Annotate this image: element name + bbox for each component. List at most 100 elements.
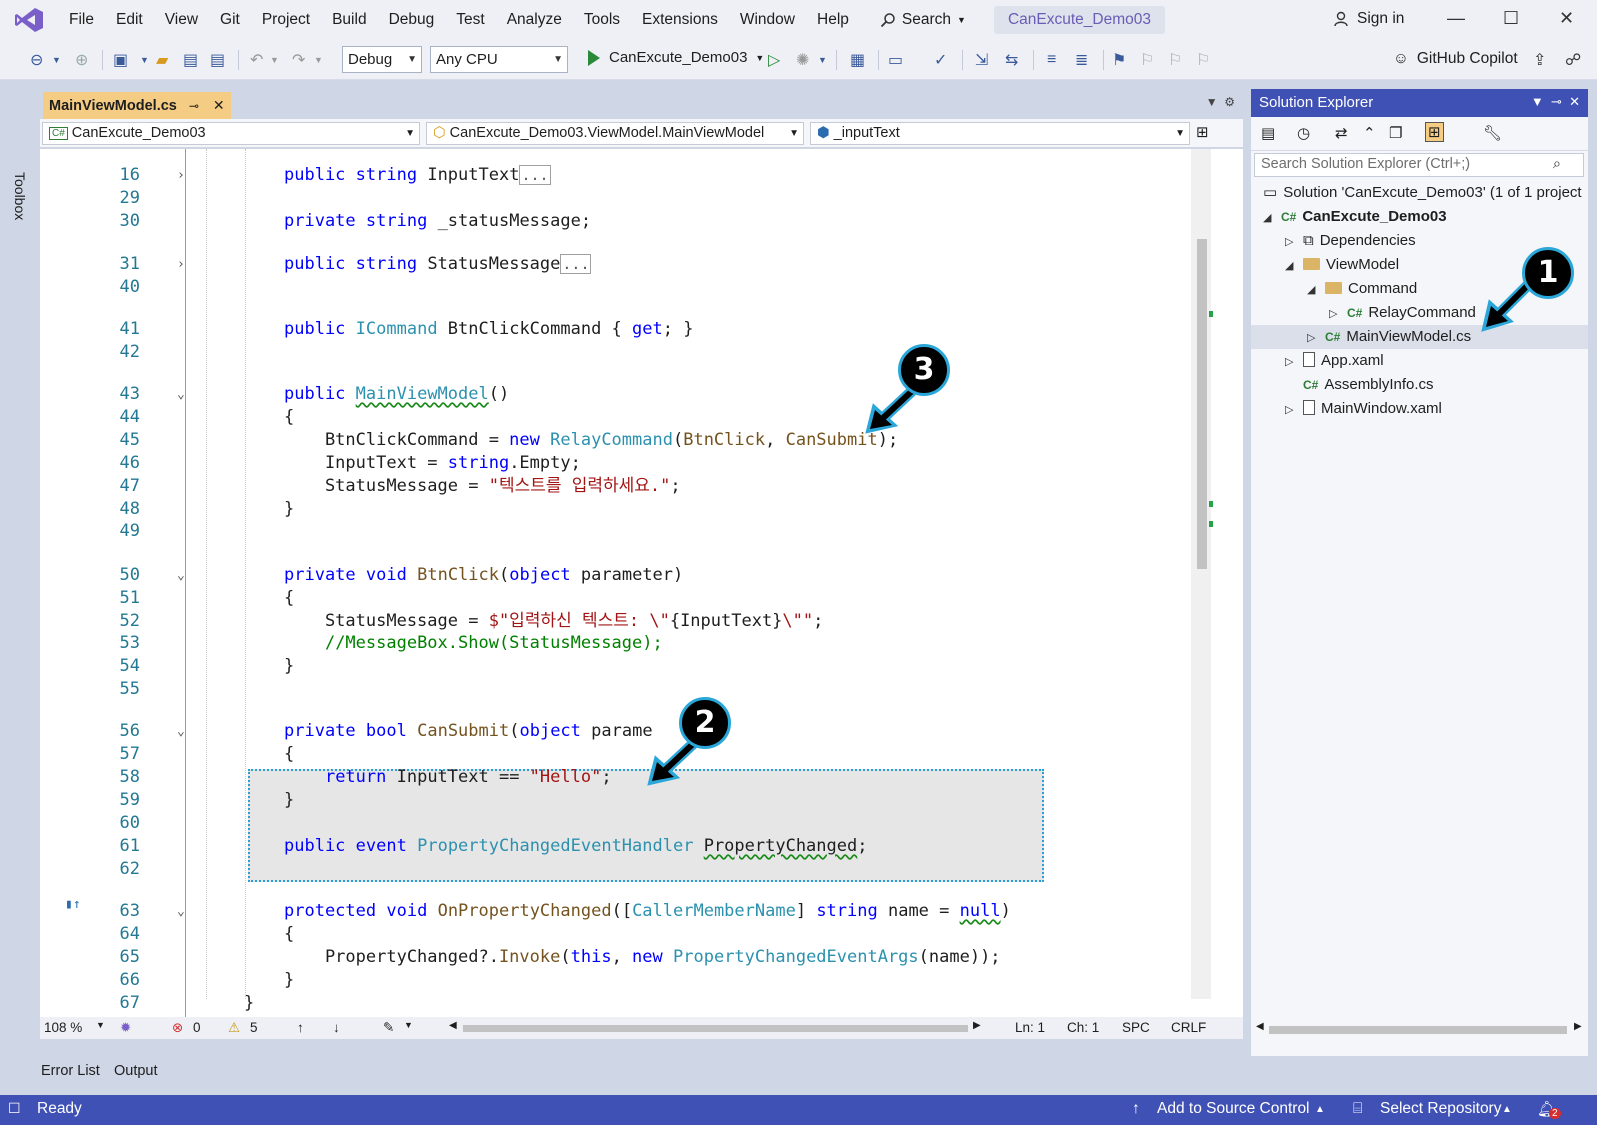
chevron-up-icon[interactable]: ▲ — [1502, 1104, 1512, 1115]
tree-node-assemblyinfo[interactable]: C# AssemblyInfo.cs — [1303, 373, 1434, 397]
code-line[interactable]: 53 //MessageBox.Show(StatusMessage); — [40, 632, 1200, 655]
code-line[interactable]: 65 PropertyChanged?.Invoke(this, new Pro… — [40, 946, 1200, 969]
collapsed-arrow-icon[interactable]: ▷ — [1307, 326, 1325, 350]
code-line[interactable]: 46 InputText = string.Empty; — [40, 452, 1200, 475]
forward-icon[interactable]: ⊕ — [75, 48, 88, 72]
horizontal-scrollbar[interactable] — [463, 1025, 968, 1032]
code-line[interactable]: 59} — [40, 789, 1200, 812]
code-line[interactable]: 44 { — [40, 406, 1200, 429]
collapse-region-icon[interactable]: ⌄ — [177, 564, 185, 587]
tab-output[interactable]: Output — [114, 1063, 158, 1079]
bookmark-icon[interactable]: ⚑ — [1112, 48, 1126, 72]
code-line[interactable]: 63 ⌄ protected void OnPropertyChanged([Cal… — [40, 900, 1200, 923]
code-line[interactable]: 56 ⌄ private bool CanSubmit(object parame — [40, 720, 1200, 743]
chevron-down-icon[interactable]: ▼ — [140, 48, 149, 72]
maximize-button[interactable]: ☐ — [1503, 8, 1519, 29]
add-to-source-control-button[interactable]: Add to Source Control — [1157, 1100, 1310, 1118]
chevron-down-icon[interactable]: ▼ — [314, 48, 323, 72]
code-line[interactable]: 51 { — [40, 587, 1200, 610]
collapsed-arrow-icon[interactable]: ▷ — [1285, 230, 1303, 254]
collapse-region-icon[interactable]: ⌄ — [177, 720, 185, 743]
chevron-down-icon[interactable]: ▼ — [818, 48, 827, 72]
menu-tools[interactable]: Tools — [573, 0, 631, 40]
code-line[interactable]: 67} — [40, 992, 1200, 1015]
back-icon[interactable]: ⊖ — [30, 48, 43, 72]
code-line[interactable]: 64 { — [40, 923, 1200, 946]
toolbox-tab[interactable]: Toolbox — [12, 172, 28, 220]
step-icon[interactable]: ⇲ — [975, 48, 988, 72]
next-bookmark-icon[interactable]: ⚐ — [1168, 48, 1182, 72]
menu-file[interactable]: File — [58, 0, 105, 40]
tree-node-project[interactable]: ◢ C# CanExcute_Demo03 — [1263, 205, 1447, 229]
menu-git[interactable]: Git — [209, 0, 251, 40]
menu-debug[interactable]: Debug — [378, 0, 446, 40]
code-line[interactable]: 61 public event PropertyChangedEventHandl… — [40, 835, 1200, 858]
close-window-button[interactable]: ✕ — [1559, 8, 1574, 29]
code-line[interactable]: 52 StatusMessage = $"입력하신 텍스트: \"{InputT… — [40, 610, 1200, 633]
member-select[interactable]: ⬢ _inputText ▼ — [810, 122, 1190, 145]
menu-build[interactable]: Build — [321, 0, 377, 40]
share-icon[interactable]: ⇪ — [1533, 48, 1546, 72]
comment-icon[interactable]: ≡ — [1047, 48, 1056, 72]
expanded-arrow-icon[interactable]: ◢ — [1285, 254, 1303, 278]
minimize-button[interactable]: — — [1447, 8, 1465, 29]
code-line[interactable]: 66} — [40, 969, 1200, 992]
vertical-scrollbar[interactable] — [1191, 149, 1213, 999]
previous-issue-icon[interactable]: ↑ — [297, 1020, 304, 1035]
tab-error-list[interactable]: Error List — [41, 1063, 100, 1079]
code-line[interactable]: 49 — [40, 520, 1200, 543]
line-indicator[interactable]: Ln: 1 — [1015, 1020, 1045, 1035]
expand-region-icon[interactable]: › — [177, 253, 185, 276]
scrollbar-thumb[interactable] — [1197, 239, 1207, 569]
switch-views-icon[interactable]: ▤ — [1261, 124, 1275, 142]
feedback-icon[interactable]: ☍ — [1565, 48, 1581, 72]
new-project-icon[interactable]: ▣ — [113, 48, 128, 72]
code-line[interactable]: 43 ⌄ public MainViewModel() — [40, 383, 1200, 406]
code-line[interactable]: 55 — [40, 678, 1200, 701]
chevron-down-icon[interactable]: ▼ — [404, 1020, 413, 1030]
save-icon[interactable]: ▤ — [183, 48, 198, 72]
collapse-all-icon[interactable]: ⌃ — [1363, 124, 1376, 142]
code-line[interactable]: 29 — [40, 187, 1200, 210]
expand-region-icon[interactable]: › — [177, 164, 185, 187]
chevron-down-icon[interactable]: ▼ — [96, 1020, 105, 1030]
tree-node-relaycommand[interactable]: ▷ C# RelayCommand — [1329, 301, 1476, 325]
menu-project[interactable]: Project — [251, 0, 321, 40]
redo-icon[interactable]: ↷ — [292, 48, 305, 72]
start-without-debugging-icon[interactable]: ▷ — [768, 48, 780, 72]
browse-icon[interactable]: ▦ — [850, 48, 865, 72]
code-line[interactable]: 45 BtnClickCommand = new RelayCommand(Bt… — [40, 429, 1200, 452]
chevron-up-icon[interactable]: ▲ — [1315, 1104, 1325, 1115]
copy-icon[interactable]: ❐ — [1389, 124, 1402, 142]
next-issue-icon[interactable]: ↓ — [333, 1020, 340, 1035]
code-line[interactable]: 50 ⌄ private void BtnClick(object paramete… — [40, 564, 1200, 587]
solution-platform-select[interactable]: Any CPU ▼ — [430, 46, 568, 73]
code-line[interactable]: 30 private string _statusMessage; — [40, 210, 1200, 233]
intellicode-icon[interactable]: ✹ — [120, 1020, 131, 1036]
show-all-files-icon[interactable]: ⊞ — [1425, 122, 1444, 142]
prev-bookmark-icon[interactable]: ⚐ — [1140, 48, 1154, 72]
code-cleanup-icon[interactable]: ✎ — [383, 1020, 394, 1036]
menu-analyze[interactable]: Analyze — [496, 0, 573, 40]
code-line[interactable]: 41 public ICommand BtnClickCommand { get;… — [40, 318, 1200, 341]
code-line[interactable]: 57 { — [40, 743, 1200, 766]
tree-node-mainwindow-xaml[interactable]: ▷ MainWindow.xaml — [1285, 397, 1442, 421]
undo-icon[interactable]: ↶ — [250, 48, 263, 72]
tree-node-app-xaml[interactable]: ▷ App.xaml — [1285, 349, 1384, 373]
collapsed-arrow-icon[interactable]: ▷ — [1285, 350, 1303, 374]
expanded-arrow-icon[interactable]: ◢ — [1307, 278, 1325, 302]
tree-node-dependencies[interactable]: ▷ ⧉ Dependencies — [1285, 229, 1416, 253]
line-ending-indicator[interactable]: CRLF — [1171, 1020, 1206, 1035]
pin-icon[interactable]: ⊸ — [189, 99, 199, 113]
chevron-down-icon[interactable]: ▼ — [270, 48, 279, 72]
scroll-left-icon[interactable]: ◀ — [1256, 1021, 1264, 1032]
collapsed-arrow-icon[interactable]: ▷ — [1285, 398, 1303, 422]
code-line[interactable]: 60 — [40, 812, 1200, 835]
column-indicator[interactable]: Ch: 1 — [1067, 1020, 1099, 1035]
collapse-region-icon[interactable]: ⌄ — [177, 383, 185, 406]
sync-icon[interactable]: ⇄ — [1335, 124, 1348, 142]
sign-in-button[interactable]: Sign in — [1333, 10, 1404, 28]
scroll-left-icon[interactable]: ◀ — [449, 1020, 457, 1031]
open-folder-icon[interactable]: ▰ — [156, 48, 168, 72]
tree-node-command[interactable]: ◢ Command — [1307, 277, 1417, 301]
